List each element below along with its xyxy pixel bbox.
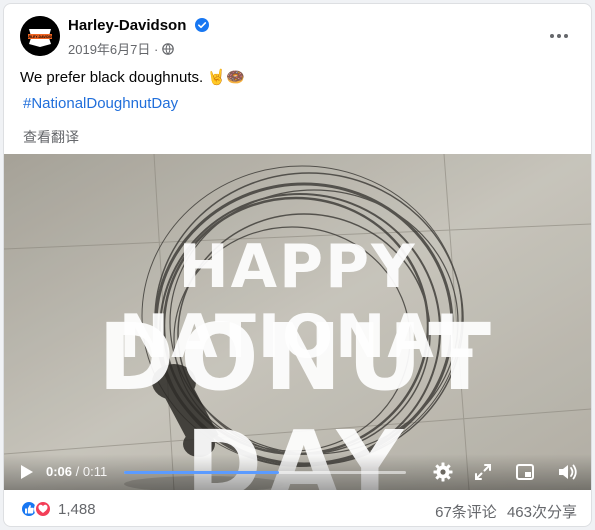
- volume-icon: [559, 464, 577, 480]
- globe-icon: [162, 43, 174, 55]
- hashtag-link[interactable]: #NationalDoughnutDay: [23, 95, 178, 112]
- logo-text: HARLEY-DAVIDSON: [24, 35, 57, 39]
- page-name-link[interactable]: Harley-Davidson: [68, 17, 209, 34]
- post-footer: 1,488 67条评论 463次分享: [4, 490, 591, 526]
- comments-count-link[interactable]: 67条评论: [435, 504, 497, 521]
- pip-icon: [516, 464, 534, 480]
- love-reaction-icon: [34, 500, 52, 518]
- picture-in-picture-button[interactable]: [514, 461, 536, 483]
- fullscreen-button[interactable]: [472, 461, 494, 483]
- video-time: 0:06 / 0:11: [46, 464, 107, 479]
- video-controls: 0:06 / 0:11: [4, 454, 591, 490]
- settings-button[interactable]: [431, 461, 455, 483]
- engagement-stats: 67条评论 463次分享: [429, 501, 577, 522]
- harley-logo-icon: HARLEY-DAVIDSON: [20, 16, 60, 56]
- post-date[interactable]: 2019年6月7日: [68, 42, 150, 57]
- duration: 0:11: [82, 464, 108, 479]
- page-name[interactable]: Harley-Davidson: [68, 17, 186, 34]
- current-time: 0:06: [46, 464, 73, 479]
- verified-badge-icon: [194, 18, 209, 32]
- post-emoji: 🤘🍩: [207, 69, 245, 86]
- play-icon: [21, 465, 33, 479]
- ellipsis-icon: [550, 34, 568, 38]
- heart-icon: [38, 504, 48, 513]
- reaction-count[interactable]: 1,488: [58, 501, 96, 518]
- more-options-button[interactable]: [545, 24, 573, 48]
- post-header: HARLEY-DAVIDSON Harley-Davidson 2019年6月7…: [20, 16, 579, 60]
- video-player[interactable]: HAPPY NATIONAL DONUT DAY 0:06 / 0:11: [4, 154, 591, 490]
- progress-bar[interactable]: [124, 471, 406, 474]
- post-text: We prefer black doughnuts. 🤘🍩: [20, 68, 245, 86]
- reactions-summary[interactable]: 1,488: [20, 500, 96, 518]
- shares-count-link[interactable]: 463次分享: [507, 504, 577, 521]
- volume-button[interactable]: [556, 461, 580, 483]
- play-button[interactable]: [16, 462, 38, 482]
- time-separator: /: [72, 464, 83, 479]
- progress-fill: [124, 471, 280, 474]
- post-meta: 2019年6月7日 ·: [68, 39, 174, 58]
- post-card: HARLEY-DAVIDSON Harley-Davidson 2019年6月7…: [3, 3, 592, 527]
- page-avatar[interactable]: HARLEY-DAVIDSON: [20, 16, 60, 56]
- post-message: We prefer black doughnuts.: [20, 69, 204, 86]
- expand-icon: [475, 464, 491, 480]
- gear-icon: [433, 462, 453, 482]
- thumbs-up-icon: [25, 505, 34, 514]
- see-translation-link[interactable]: 查看翻译: [23, 127, 79, 147]
